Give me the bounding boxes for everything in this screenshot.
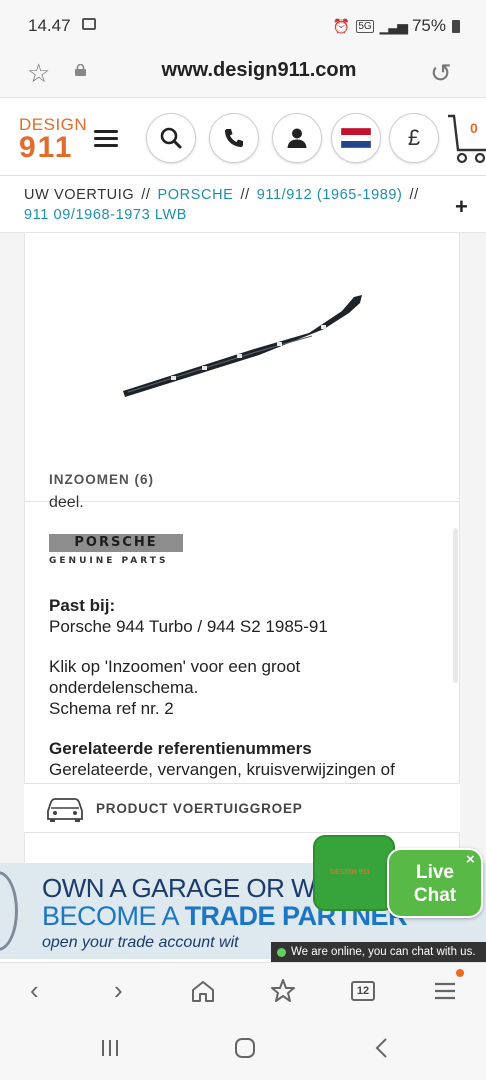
online-dot-icon bbox=[277, 948, 286, 957]
breadcrumb-item-porsche[interactable]: PORSCHE bbox=[158, 187, 234, 203]
porsche-logo-text: PORSCHE bbox=[49, 534, 183, 552]
banner-emblem-icon bbox=[0, 871, 18, 951]
network-type: 5G bbox=[356, 19, 374, 33]
product-image[interactable] bbox=[24, 233, 460, 458]
related-heading: Gerelateerde referentienummers bbox=[49, 739, 312, 758]
banner-line3: open your trade account wit bbox=[42, 934, 239, 951]
battery-icon bbox=[452, 19, 460, 33]
breadcrumb-item-model[interactable]: 911/912 (1965-1989) bbox=[257, 187, 403, 203]
breadcrumb-separator: // bbox=[141, 187, 151, 203]
url-text[interactable]: www.design911.com bbox=[0, 59, 486, 82]
tab-count: 12 bbox=[356, 985, 370, 997]
system-navigation-bar bbox=[0, 1018, 486, 1080]
vehicle-group-label: PRODUCT VOERTUIGGROEP bbox=[96, 801, 303, 816]
bookmarks-star-icon[interactable] bbox=[270, 978, 298, 1004]
zoom-hint: Klik op 'Inzoomen' voor een groot onderd… bbox=[49, 657, 301, 697]
search-icon bbox=[160, 127, 182, 149]
cart-icon bbox=[448, 114, 486, 164]
fits-value: Porsche 944 Turbo / 944 S2 1985-91 bbox=[49, 617, 328, 636]
genuine-parts-text: GENUINE PARTS bbox=[49, 556, 169, 566]
signal-icon: ▁▃▅ bbox=[379, 17, 408, 34]
system-back-icon[interactable] bbox=[374, 1037, 390, 1059]
phone-icon bbox=[225, 129, 243, 147]
breadcrumb-item-vehicle[interactable]: UW VOERTUIG bbox=[24, 187, 134, 203]
browser-menu-icon[interactable] bbox=[433, 981, 457, 1001]
live-chat-button[interactable]: × Live Chat bbox=[387, 848, 483, 918]
porsche-genuine-parts-logo: PORSCHE GENUINE PARTS bbox=[49, 534, 184, 570]
chat-online-text: We are online, you can chat with us. bbox=[291, 946, 476, 958]
chat-logo-text: DESIGN 911 bbox=[330, 869, 371, 876]
reload-icon[interactable]: ↺ bbox=[430, 58, 452, 89]
breadcrumb-expand-icon[interactable]: + bbox=[455, 194, 468, 220]
fits-heading: Past bij: bbox=[49, 596, 116, 615]
menu-hamburger-icon[interactable] bbox=[94, 130, 118, 148]
live-chat-label-2: Chat bbox=[413, 885, 457, 906]
site-header: DESIGN 911 £ 0 bbox=[0, 100, 486, 176]
schema-ref: Schema ref nr. 2 bbox=[49, 699, 174, 718]
breadcrumb-separator: // bbox=[409, 187, 419, 203]
home-icon[interactable] bbox=[190, 979, 216, 1003]
status-right: ⏰ 5G ▁▃▅ 75% bbox=[333, 16, 460, 36]
chat-design911-logo[interactable]: DESIGN 911 bbox=[313, 835, 395, 911]
search-button[interactable] bbox=[146, 113, 196, 163]
browser-address-bar: ☆ www.design911.com ↺ bbox=[0, 52, 486, 98]
description-clipped: deel. bbox=[49, 490, 439, 510]
description-scrollbar[interactable] bbox=[453, 528, 458, 683]
user-icon bbox=[287, 128, 307, 148]
zoom-link[interactable]: INZOOMEN (6) bbox=[49, 472, 154, 487]
menu-notification-dot bbox=[456, 969, 464, 977]
chat-online-status[interactable]: We are online, you can chat with us. bbox=[271, 942, 486, 962]
description-clipped-text: deel. bbox=[49, 494, 84, 510]
tabs-button[interactable]: 12 bbox=[351, 981, 375, 1001]
logo-bottom-text: 911 bbox=[19, 131, 74, 164]
alarm-icon: ⏰ bbox=[332, 17, 351, 34]
design911-logo[interactable]: DESIGN 911 bbox=[19, 115, 103, 164]
currency-button[interactable]: £ bbox=[389, 113, 439, 163]
home-button-icon[interactable] bbox=[234, 1037, 256, 1059]
status-time: 14.47 bbox=[28, 16, 71, 35]
forward-arrow-icon[interactable]: › bbox=[114, 975, 123, 1006]
breadcrumb-item-submodel[interactable]: 911 09/1968-1973 LWB bbox=[24, 207, 187, 223]
banner-line2-a: BECOME A bbox=[42, 901, 185, 931]
back-arrow-icon[interactable]: ‹ bbox=[30, 975, 39, 1006]
battery-percent: 75% bbox=[411, 16, 446, 35]
account-button[interactable] bbox=[272, 113, 322, 163]
breadcrumb: UW VOERTUIG // PORSCHE // 911/912 (1965-1989… bbox=[0, 177, 486, 233]
related-text: Gerelateerde, vervangen, kruisverwijzing… bbox=[49, 760, 395, 779]
status-bar: 14.47 ⏰ 5G ▁▃▅ 75% bbox=[0, 0, 486, 52]
pound-icon: £ bbox=[407, 125, 421, 150]
recent-apps-icon[interactable] bbox=[100, 1038, 120, 1058]
language-button[interactable] bbox=[331, 113, 381, 163]
vehicle-group-row[interactable]: PRODUCT VOERTUIGGROEP bbox=[24, 783, 460, 833]
banner-line1: OWN A GARAGE OR W bbox=[42, 873, 316, 903]
live-chat-label-1: Live bbox=[415, 862, 455, 883]
phone-button[interactable] bbox=[209, 113, 259, 163]
breadcrumb-separator: // bbox=[240, 187, 250, 203]
message-notification-icon bbox=[82, 18, 96, 30]
car-icon bbox=[47, 798, 83, 822]
cart-button[interactable]: 0 bbox=[448, 114, 486, 166]
browser-toolbar: ‹ › 12 bbox=[0, 962, 486, 1018]
netherlands-flag-icon bbox=[341, 128, 371, 148]
cart-count: 0 bbox=[470, 120, 478, 136]
